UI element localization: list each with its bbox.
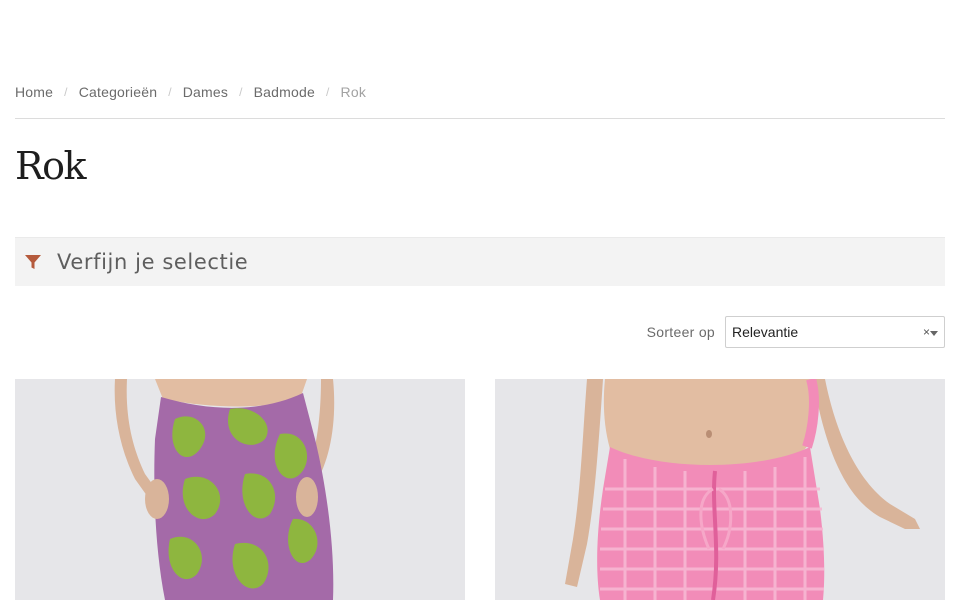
sort-select[interactable]: Relevantie × [725,316,945,348]
refine-selection-toggle[interactable]: Verfijn je selectie [15,237,945,286]
sort-selected-value: Relevantie [732,324,799,340]
breadcrumb-current: Rok [340,84,367,100]
sort-control: Sorteer op Relevantie × [647,316,945,348]
product-card-green-purple-skirt[interactable] [15,379,465,600]
refine-selection-label: Verfijn je selectie [57,250,249,274]
breadcrumb: Home / Categorieën / Dames / Badmode / R… [15,84,945,100]
page-title: Rok [15,144,87,188]
breadcrumb-separator: / [325,85,330,99]
funnel-icon [24,253,42,271]
product-image [15,379,465,600]
breadcrumb-dames[interactable]: Dames [183,84,228,100]
clear-sort-icon[interactable]: × [923,325,930,339]
breadcrumb-badmode[interactable]: Badmode [254,84,315,100]
chevron-down-icon[interactable] [930,331,938,336]
product-image [495,379,945,600]
breadcrumb-categories[interactable]: Categorieën [79,84,157,100]
breadcrumb-separator: / [168,85,172,99]
breadcrumb-divider [15,118,945,119]
product-card-pink-skirt[interactable] [495,379,945,600]
breadcrumb-separator: / [239,85,243,99]
sort-label: Sorteer op [646,324,715,340]
breadcrumb-separator: / [64,85,68,99]
breadcrumb-home[interactable]: Home [15,84,53,100]
